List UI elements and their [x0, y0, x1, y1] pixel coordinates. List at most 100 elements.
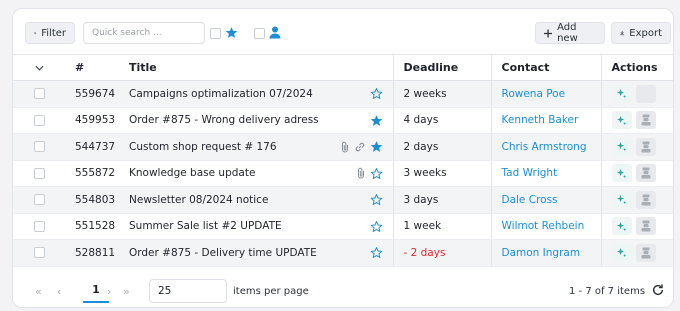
row-title-cell: Newsletter 08/2024 notice: [119, 186, 393, 214]
mine-filter-checkbox[interactable]: [254, 28, 265, 39]
ai-action-button[interactable]: [611, 111, 632, 130]
per-page-input[interactable]: [149, 279, 227, 303]
assign-action-button[interactable]: [635, 84, 656, 103]
assign-action-button[interactable]: [635, 137, 656, 156]
table-header-row: # Title Deadline Contact Actions: [13, 54, 673, 81]
row-checkbox[interactable]: [33, 88, 45, 100]
current-page[interactable]: 1: [83, 283, 109, 296]
row-title-icons: [370, 114, 383, 127]
row-title[interactable]: Campaigns optimalization 07/2024: [129, 88, 313, 100]
paperclip-icon: [341, 141, 348, 153]
row-actions: [600, 213, 673, 240]
ai-action-button[interactable]: [611, 137, 632, 156]
star-outline-icon[interactable]: [370, 87, 383, 100]
table-row[interactable]: 459953 Order #875 - Wrong delivery adress…: [13, 107, 673, 134]
row-actions: [600, 160, 673, 187]
row-actions: [600, 107, 673, 134]
quick-search-input[interactable]: [83, 22, 205, 44]
ai-action-button[interactable]: [611, 164, 632, 183]
row-title[interactable]: Newsletter 08/2024 notice: [129, 194, 268, 206]
column-header-title[interactable]: Title: [119, 54, 393, 81]
filter-button[interactable]: Filter: [25, 22, 75, 44]
prev-page-icon[interactable]: ‹: [57, 285, 61, 298]
row-checkbox[interactable]: [33, 247, 45, 259]
last-page-icon[interactable]: »: [123, 285, 130, 298]
starred-filter-checkbox[interactable]: [210, 28, 221, 39]
ai-action-button[interactable]: [611, 243, 632, 262]
sparkle-icon: [616, 115, 627, 125]
table-row[interactable]: 554803 Newsletter 08/2024 notice 3 days Dal…: [13, 186, 673, 214]
star-outline-icon[interactable]: [370, 220, 383, 233]
assign-action-button[interactable]: [635, 190, 656, 209]
row-contact-link[interactable]: Damon Ingram: [490, 239, 601, 267]
next-page-icon[interactable]: ›: [107, 285, 111, 298]
tasks-card: Filter Add new Export # Title Dead: [12, 8, 674, 308]
first-page-icon[interactable]: «: [35, 285, 42, 298]
table-row[interactable]: 544737 Custom shop request # 176 2 days Chr…: [13, 133, 673, 161]
table-row[interactable]: 559674 Campaigns optimalization 07/2024 2 …: [13, 80, 673, 108]
assign-user-icon: [641, 141, 650, 153]
assign-user-icon: [641, 167, 650, 179]
row-contact-link[interactable]: Wilmot Rehbein: [490, 213, 601, 240]
row-title-icons: [370, 246, 383, 259]
assign-action-button[interactable]: [635, 217, 656, 236]
star-filled-icon[interactable]: [370, 140, 383, 153]
assign-action-button[interactable]: [635, 243, 656, 262]
items-range: 1 - 7 of 7 items: [569, 286, 646, 297]
expand-column-header[interactable]: [13, 54, 65, 81]
table-row[interactable]: 555872 Knowledge base update 3 weeks Tad Wr…: [13, 160, 673, 187]
sparkle-icon: [616, 89, 627, 99]
chevron-down-icon: [34, 65, 44, 71]
export-button[interactable]: Export: [611, 22, 671, 44]
star-outline-icon[interactable]: [370, 167, 383, 180]
row-contact-link[interactable]: Tad Wright: [490, 160, 601, 187]
ai-action-button[interactable]: [611, 190, 632, 209]
sparkle-icon: [616, 168, 627, 178]
sparkle-icon: [616, 195, 627, 205]
refresh-icon[interactable]: [651, 283, 665, 297]
row-title[interactable]: Knowledge base update: [129, 167, 255, 179]
star-outline-icon[interactable]: [370, 246, 383, 259]
assign-user-icon: [641, 114, 650, 126]
column-header-deadline[interactable]: Deadline: [392, 54, 491, 81]
row-checkbox[interactable]: [33, 220, 45, 232]
row-deadline: 1 week: [392, 213, 491, 240]
ai-action-button[interactable]: [611, 217, 632, 236]
row-contact-link[interactable]: Rowena Poe: [490, 80, 601, 108]
row-checkbox[interactable]: [33, 141, 45, 153]
column-header-contact[interactable]: Contact: [490, 54, 601, 81]
column-header-actions: Actions: [600, 54, 673, 81]
row-id: 555872: [65, 160, 119, 187]
row-title[interactable]: Custom shop request # 176: [129, 141, 277, 153]
column-header-id[interactable]: #: [65, 54, 119, 81]
row-checkbox[interactable]: [33, 167, 45, 179]
row-checkbox[interactable]: [33, 194, 45, 206]
row-title-icons: [370, 87, 383, 100]
row-title-cell: Campaigns optimalization 07/2024: [119, 80, 393, 108]
row-contact-link[interactable]: Chris Armstrong: [490, 133, 601, 161]
row-select-cell: [13, 239, 65, 267]
row-checkbox[interactable]: [33, 114, 45, 126]
add-new-button[interactable]: Add new: [535, 22, 605, 44]
filter-icon: [34, 32, 37, 34]
link-icon: [355, 142, 364, 151]
row-title-cell: Order #875 - Wrong delivery adress: [119, 107, 393, 134]
row-id: 459953: [65, 107, 119, 134]
assign-action-button[interactable]: [635, 164, 656, 183]
ai-action-button[interactable]: [611, 84, 632, 103]
row-contact-link[interactable]: Dale Cross: [490, 186, 601, 214]
row-contact-link[interactable]: Kenneth Baker: [490, 107, 601, 134]
row-id: 551528: [65, 213, 119, 240]
star-outline-icon[interactable]: [370, 193, 383, 206]
row-deadline: 3 weeks: [392, 160, 491, 187]
row-title[interactable]: Order #875 - Delivery time UPDATE: [129, 247, 317, 259]
current-page-indicator: [83, 301, 109, 303]
row-title[interactable]: Summer Sale list #2 UPDATE: [129, 220, 282, 232]
row-id: 544737: [65, 133, 119, 161]
assign-action-button[interactable]: [635, 111, 656, 130]
table-row[interactable]: 528811 Order #875 - Delivery time UPDATE -…: [13, 239, 673, 267]
row-title[interactable]: Order #875 - Wrong delivery adress: [129, 114, 319, 126]
row-title-icons: [356, 167, 383, 180]
table-row[interactable]: 551528 Summer Sale list #2 UPDATE 1 week Wi…: [13, 213, 673, 240]
star-filled-icon[interactable]: [370, 114, 383, 127]
